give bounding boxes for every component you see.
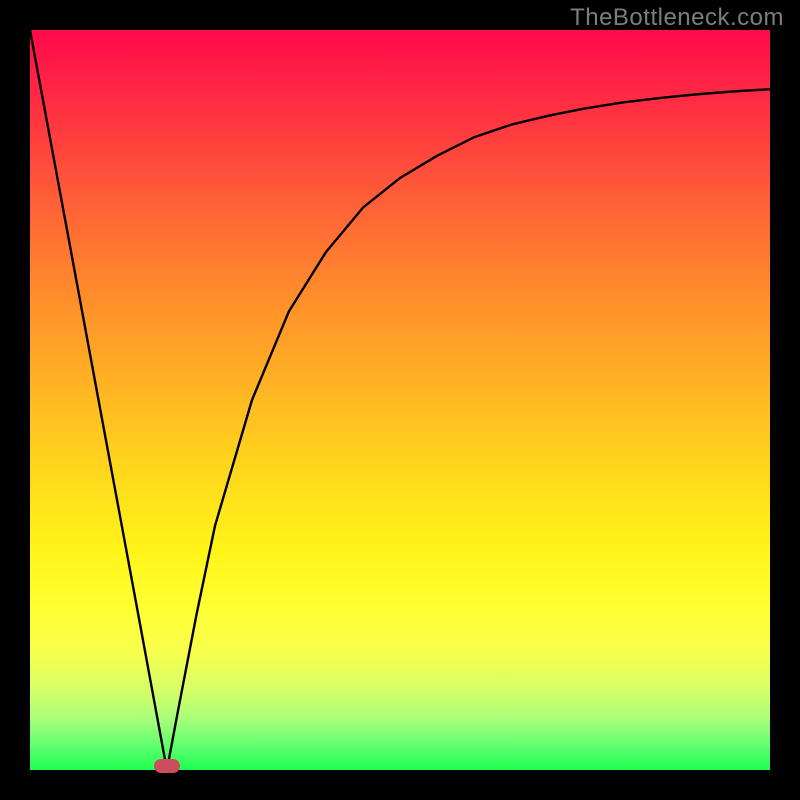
curve-layer (30, 30, 770, 770)
data-curve (30, 30, 770, 770)
watermark-text: TheBottleneck.com (570, 4, 784, 32)
plot-area (30, 30, 770, 770)
outer-frame: TheBottleneck.com (0, 0, 800, 800)
minimum-marker (154, 759, 180, 773)
